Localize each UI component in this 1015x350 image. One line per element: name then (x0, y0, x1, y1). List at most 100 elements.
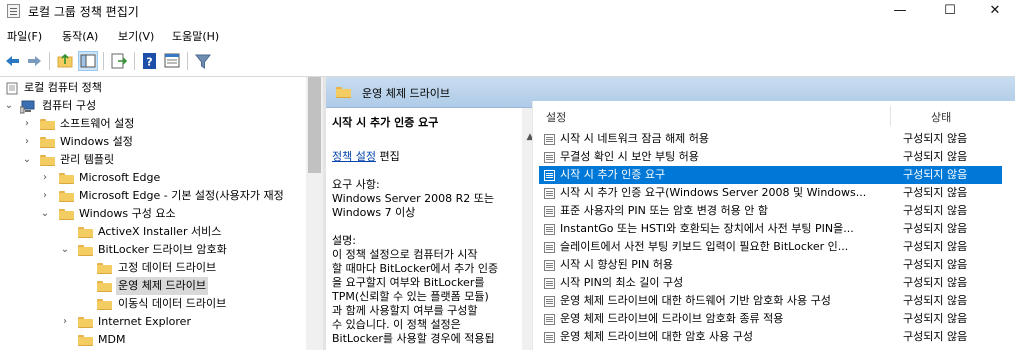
open-folder-icon (97, 281, 112, 292)
requirements-text: Windows Server 2008 R2 또는 (332, 192, 495, 205)
menu-file[interactable]: 파일(F) (7, 28, 42, 44)
folder-icon (336, 87, 351, 98)
tree-label: BitLocker 드라이브 암호화 (98, 243, 227, 256)
folder-icon (78, 335, 93, 346)
policy-setting-icon (544, 296, 555, 307)
menu-view[interactable]: 보기(V) (118, 28, 154, 44)
tree-label: 관리 템플릿 (60, 153, 115, 166)
navigation-tree: 로컬 컴퓨터 정책 ⌄ 컴퓨터 구성 › 소프트웨어 설정 › Windows … (0, 77, 306, 350)
requirements-label: 요구 사항: (332, 178, 380, 191)
list-item[interactable]: 시작 PIN의 최소 길이 구성 구성되지 않음 (539, 274, 1002, 292)
chevron-down-icon[interactable]: ⌄ (4, 97, 14, 115)
tree-label: Internet Explorer (98, 315, 191, 328)
list-item[interactable]: 운영 체제 드라이브에 드라이브 암호화 종류 적용 구성되지 않음 (539, 310, 1002, 328)
up-folder-icon[interactable] (55, 51, 75, 71)
folder-icon (40, 155, 55, 166)
policy-setting-icon (544, 224, 555, 235)
minimize-button[interactable]: — (877, 0, 923, 22)
column-header-state[interactable]: 상태 (931, 109, 951, 125)
list-item[interactable]: 슬레이트에서 사전 부팅 키보드 입력이 필요한 BitLocker 인... 구… (539, 238, 1002, 256)
close-button[interactable]: ✕ (972, 0, 1015, 22)
chevron-down-icon[interactable]: ⌄ (60, 241, 70, 259)
chevron-right-icon[interactable]: › (40, 187, 50, 205)
policy-title: 시작 시 추가 인증 요구 (332, 116, 439, 129)
description-text: 이 정책 설정으로 컴퓨터가 시작 (332, 248, 478, 261)
folder-icon (59, 209, 74, 220)
folder-icon (78, 317, 93, 328)
folder-icon (78, 245, 93, 256)
policy-setting-icon (544, 314, 555, 325)
tree-label: MDM (98, 333, 126, 346)
settings-list: 설정 상태 시작 시 네트워크 잠금 해제 허용 구성되지 않음 무결성 확인 시… (532, 101, 1015, 350)
tree-label: 소프트웨어 설정 (60, 117, 135, 130)
maximize-button[interactable]: ☐ (927, 0, 973, 22)
description-text: 을 요구할지 여부와 BitLocker를 (332, 276, 485, 289)
requirements-text: Windows 7 이상 (332, 206, 416, 219)
chevron-right-icon[interactable]: › (60, 313, 70, 331)
policy-setting-icon (544, 206, 555, 217)
details-header-title: 운영 체제 드라이브 (362, 87, 450, 100)
tree-label: Microsoft Edge - 기본 설정(사용자가 재정 (79, 189, 284, 202)
column-header-setting[interactable]: 설정 (546, 109, 566, 125)
menu-action[interactable]: 동작(A) (62, 28, 98, 44)
description-text: 수 있습니다. 이 정책 설정은 (332, 318, 461, 331)
folder-icon (97, 299, 112, 310)
tree-label: 이동식 데이터 드라이브 (118, 297, 227, 310)
folder-icon (40, 137, 55, 148)
export-list-icon[interactable] (109, 51, 129, 71)
chevron-right-icon[interactable]: › (22, 133, 32, 151)
properties-icon[interactable] (162, 51, 182, 71)
folder-icon (97, 263, 112, 274)
description-text: 할 때마다 BitLocker에서 추가 인증 (332, 262, 499, 275)
policy-setting-icon (544, 242, 555, 253)
title-bar: 로컬 그룹 정책 편집기 — ☐ ✕ (0, 0, 1015, 22)
tree-label: Windows 설정 (60, 135, 133, 148)
details-pane: 운영 체제 드라이브 시작 시 추가 인증 요구 정책 설정 편집 요구 사항:… (326, 77, 1015, 350)
list-item[interactable]: 운영 체제 드라이브에 대한 암호 사용 구성 구성되지 않음 (539, 328, 1002, 346)
chevron-down-icon[interactable]: ⌄ (22, 151, 32, 169)
menu-bar: 파일(F) 동작(A) 보기(V) 도움말(H) (0, 25, 1015, 45)
filter-icon[interactable] (193, 51, 213, 71)
policy-setting-icon (544, 278, 555, 289)
list-item[interactable]: 표준 사용자의 PIN 또는 암호 변경 허용 안 함 구성되지 않음 (539, 202, 1002, 220)
tree-label: Windows 구성 요소 (79, 207, 176, 220)
policy-setting-icon (544, 134, 555, 145)
folder-icon (59, 191, 74, 202)
description-panel: 시작 시 추가 인증 요구 정책 설정 편집 요구 사항: Windows Se… (326, 108, 522, 350)
edit-suffix: 편집 (379, 150, 400, 163)
chevron-right-icon[interactable]: › (40, 169, 50, 187)
list-item[interactable]: 시작 시 향상된 PIN 허용 구성되지 않음 (539, 256, 1002, 274)
description-label: 설명: (332, 234, 356, 247)
policy-setting-icon (544, 152, 555, 163)
svg-text:?: ? (146, 56, 152, 69)
folder-icon (59, 173, 74, 184)
policy-setting-icon (544, 332, 555, 343)
tree-label: 컴퓨터 구성 (42, 99, 97, 112)
gpedit-app-icon (7, 4, 20, 18)
menu-help[interactable]: 도움말(H) (172, 28, 219, 44)
folder-icon (78, 227, 93, 238)
policy-icon (6, 82, 20, 95)
edit-policy-link[interactable]: 정책 설정 (332, 150, 376, 163)
toolbar: ? (0, 48, 1015, 75)
forward-icon[interactable] (24, 51, 44, 71)
list-item-selected[interactable]: 시작 시 추가 인증 요구 구성되지 않음 (539, 166, 1002, 184)
list-item[interactable]: 무결성 확인 시 보안 부팅 허용 구성되지 않음 (539, 148, 1002, 166)
back-icon[interactable] (3, 51, 23, 71)
show-hide-tree-icon[interactable] (78, 51, 98, 71)
list-item[interactable]: 운영 체제 드라이브에 대한 하드웨어 기반 암호화 사용 구성 구성되지 않음 (539, 292, 1002, 310)
window-title: 로컬 그룹 정책 편집기 (28, 5, 139, 19)
help-icon[interactable]: ? (140, 51, 160, 71)
chevron-right-icon[interactable]: › (22, 115, 32, 133)
list-item[interactable]: InstantGo 또는 HSTI와 호환되는 장치에서 사전 부팅 PIN을.… (539, 220, 1002, 238)
tree-label: 운영 체제 드라이브 (116, 277, 208, 295)
tree-scrollbar[interactable] (306, 77, 323, 350)
tree-label: ActiveX Installer 서비스 (98, 225, 222, 238)
scrollbar-thumb[interactable] (308, 77, 321, 173)
list-item[interactable]: 시작 시 네트워크 잠금 해제 허용 구성되지 않음 (539, 130, 1002, 148)
policy-setting-icon (544, 170, 555, 181)
chevron-down-icon[interactable]: ⌄ (40, 205, 50, 223)
policy-setting-icon (544, 260, 555, 271)
list-item[interactable]: 시작 시 추가 인증 요구(Windows Server 2008 및 Wind… (539, 184, 1002, 202)
tree-label: 로컬 컴퓨터 정책 (24, 81, 102, 94)
